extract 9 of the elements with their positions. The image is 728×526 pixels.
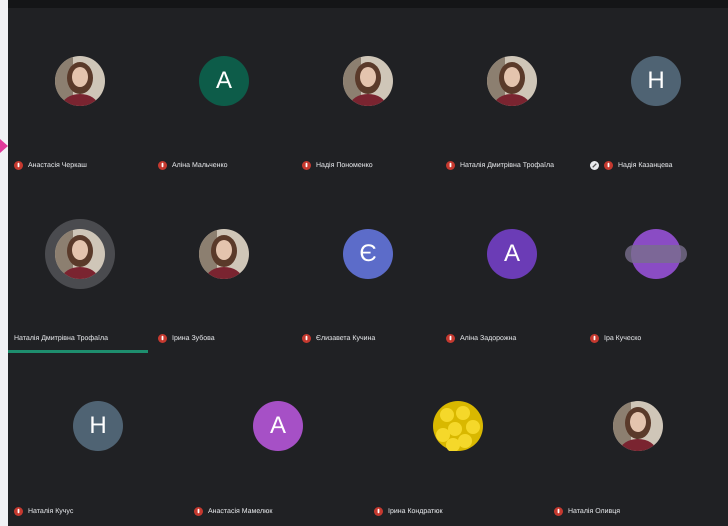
avatar: H bbox=[631, 56, 681, 106]
avatar: A bbox=[487, 228, 537, 278]
avatar: H bbox=[73, 401, 123, 452]
pointer-icon bbox=[0, 139, 8, 153]
avatar: Є bbox=[343, 228, 393, 278]
avatar: A bbox=[253, 401, 303, 452]
pin-icon[interactable] bbox=[590, 161, 599, 170]
avatar: A bbox=[199, 56, 249, 106]
control-overlay bbox=[625, 244, 687, 262]
